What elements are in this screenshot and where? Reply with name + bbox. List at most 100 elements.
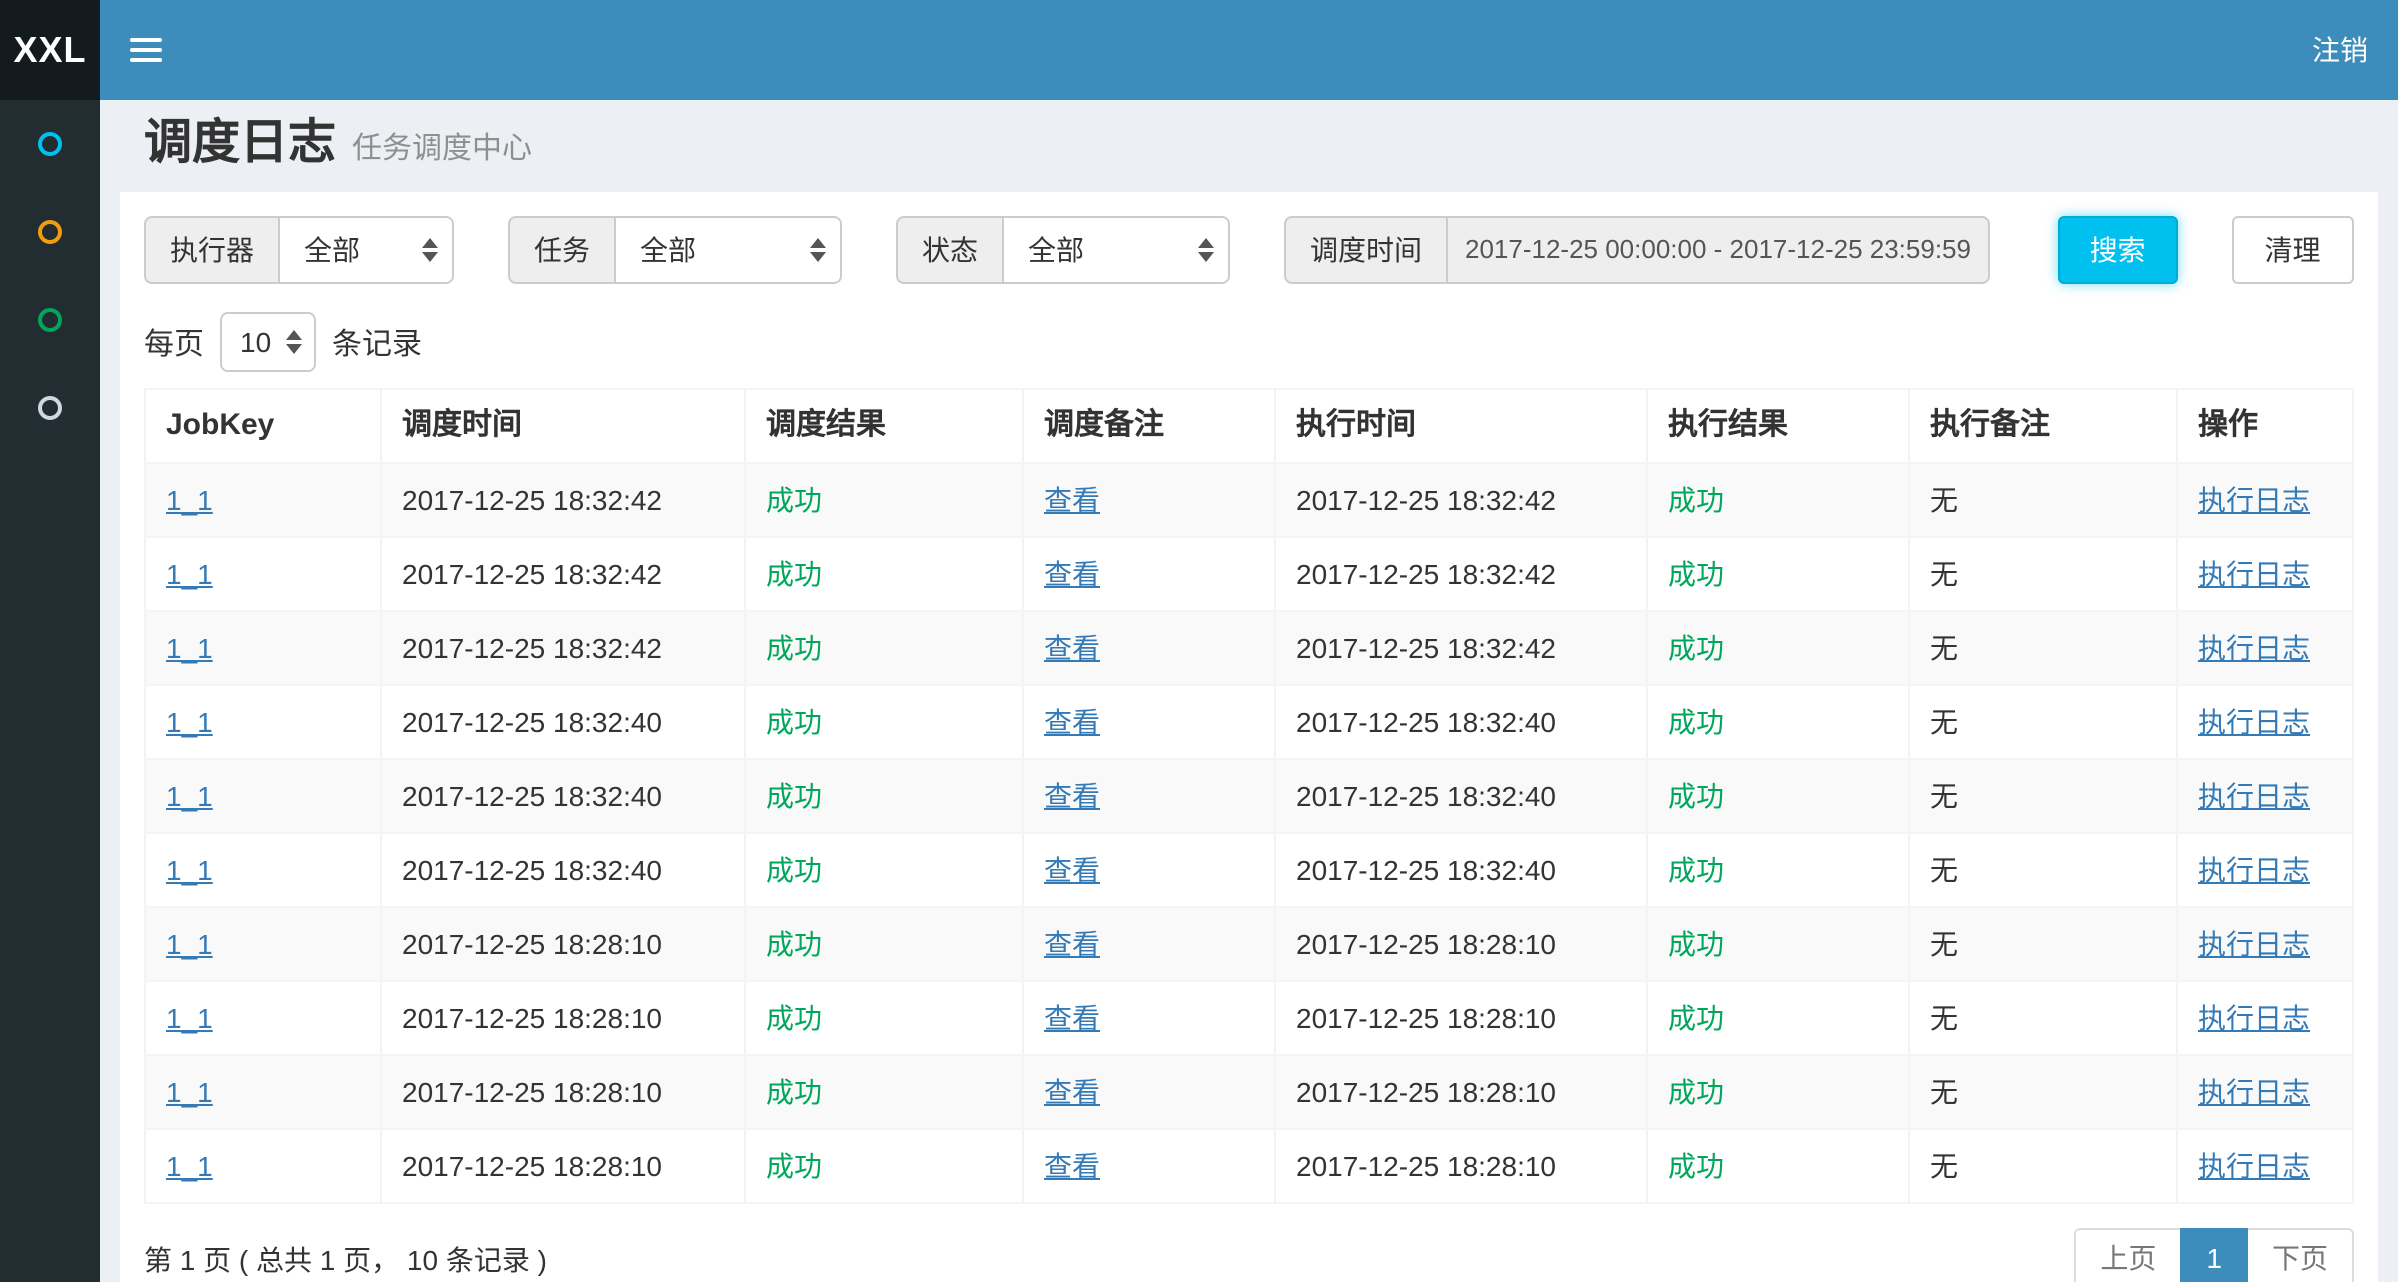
executor-select-value: 全部 — [304, 230, 360, 270]
table-row: 1_12017-12-25 18:32:40成功查看2017-12-25 18:… — [145, 833, 2353, 907]
action-link[interactable]: 执行日志 — [2198, 632, 2310, 664]
cell-action: 执行日志 — [2177, 907, 2353, 981]
page-title-text: 调度日志 — [144, 116, 336, 170]
cell-trigger_time: 2017-12-25 18:28:10 — [381, 1129, 745, 1203]
cell-handle_result: 成功 — [1647, 463, 1909, 537]
cell-jobkey: 1_1 — [145, 1129, 381, 1203]
executor-select[interactable]: 全部 — [278, 216, 454, 284]
action-link[interactable]: 执行日志 — [2198, 1076, 2310, 1108]
jobkey-link[interactable]: 1_1 — [166, 780, 213, 812]
cell-handle_msg: 无 — [1909, 1055, 2177, 1129]
cell-handle_result: 成功 — [1647, 759, 1909, 833]
cell-jobkey: 1_1 — [145, 537, 381, 611]
jobkey-link[interactable]: 1_1 — [166, 854, 213, 886]
cell-action: 执行日志 — [2177, 1055, 2353, 1129]
cell-handle_time: 2017-12-25 18:28:10 — [1275, 981, 1647, 1055]
cell-action: 执行日志 — [2177, 981, 2353, 1055]
sidebar-item-2[interactable] — [0, 188, 100, 276]
search-button[interactable]: 搜索 — [2058, 216, 2177, 284]
action-link[interactable]: 执行日志 — [2198, 854, 2310, 886]
cell-handle_time: 2017-12-25 18:32:40 — [1275, 833, 1647, 907]
cell-handle_result: 成功 — [1647, 611, 1909, 685]
table-footer: 第 1 页 ( 总共 1 页， 10 条记录 ) 上页 1 下页 — [144, 1228, 2354, 1282]
trigger_msg-link[interactable]: 查看 — [1044, 928, 1100, 960]
trigger_msg-link[interactable]: 查看 — [1044, 1150, 1100, 1182]
app-logo[interactable]: XXL — [0, 0, 100, 100]
table-header-row: JobKey调度时间调度结果调度备注执行时间执行结果执行备注操作 — [145, 389, 2353, 463]
executor-filter-label: 执行器 — [144, 216, 278, 284]
circle-outline-icon — [38, 132, 62, 156]
trigger_msg-link[interactable]: 查看 — [1044, 780, 1100, 812]
table-row: 1_12017-12-25 18:32:42成功查看2017-12-25 18:… — [145, 537, 2353, 611]
cell-handle_result: 成功 — [1647, 1055, 1909, 1129]
cell-trigger_time: 2017-12-25 18:32:42 — [381, 537, 745, 611]
cell-trigger_result: 成功 — [745, 537, 1023, 611]
action-link[interactable]: 执行日志 — [2198, 780, 2310, 812]
cell-handle_result: 成功 — [1647, 907, 1909, 981]
trigger_msg-link[interactable]: 查看 — [1044, 558, 1100, 590]
status-filter-group: 状态 全部 — [896, 216, 1230, 284]
trigger-time-filter-group: 调度时间 2017-12-25 00:00:00 - 2017-12-25 23… — [1284, 216, 1990, 284]
action-link[interactable]: 执行日志 — [2198, 1002, 2310, 1034]
jobkey-link[interactable]: 1_1 — [166, 706, 213, 738]
trigger_msg-link[interactable]: 查看 — [1044, 706, 1100, 738]
app-window: XXL 注销 调度日志任务调度中心 执行器 全部 任务 — [0, 0, 2398, 1282]
prev-page-button[interactable]: 上页 — [2074, 1228, 2182, 1282]
select-arrows-icon — [810, 238, 826, 262]
next-page-button[interactable]: 下页 — [2246, 1228, 2354, 1282]
action-link[interactable]: 执行日志 — [2198, 1150, 2310, 1182]
page-size-select[interactable]: 10 — [220, 312, 316, 372]
trigger_msg-link[interactable]: 查看 — [1044, 1076, 1100, 1108]
sidebar-item-1[interactable] — [0, 100, 100, 188]
trigger_msg-link[interactable]: 查看 — [1044, 484, 1100, 516]
sidebar — [0, 100, 100, 1282]
jobkey-link[interactable]: 1_1 — [166, 484, 213, 516]
cell-trigger_time: 2017-12-25 18:28:10 — [381, 981, 745, 1055]
logout-link[interactable]: 注销 — [2282, 0, 2398, 100]
cell-trigger_time: 2017-12-25 18:32:42 — [381, 463, 745, 537]
jobkey-link[interactable]: 1_1 — [166, 632, 213, 664]
table-row: 1_12017-12-25 18:32:42成功查看2017-12-25 18:… — [145, 611, 2353, 685]
cell-trigger_result: 成功 — [745, 463, 1023, 537]
trigger-time-range-input[interactable]: 2017-12-25 00:00:00 - 2017-12-25 23:59:5… — [1446, 216, 1990, 284]
trigger_msg-link[interactable]: 查看 — [1044, 632, 1100, 664]
sidebar-item-3[interactable] — [0, 276, 100, 364]
jobkey-link[interactable]: 1_1 — [166, 1002, 213, 1034]
table-body: 1_12017-12-25 18:32:42成功查看2017-12-25 18:… — [145, 463, 2353, 1203]
action-link[interactable]: 执行日志 — [2198, 558, 2310, 590]
jobkey-link[interactable]: 1_1 — [166, 1076, 213, 1108]
trigger_msg-link[interactable]: 查看 — [1044, 1002, 1100, 1034]
sidebar-toggle-button[interactable] — [100, 0, 190, 100]
action-link[interactable]: 执行日志 — [2198, 484, 2310, 516]
jobkey-link[interactable]: 1_1 — [166, 928, 213, 960]
column-header-handle_msg: 执行备注 — [1909, 389, 2177, 463]
cell-trigger_msg: 查看 — [1023, 537, 1275, 611]
cell-trigger_result: 成功 — [745, 1129, 1023, 1203]
jobkey-link[interactable]: 1_1 — [166, 1150, 213, 1182]
table-header: JobKey调度时间调度结果调度备注执行时间执行结果执行备注操作 — [145, 389, 2353, 463]
page-size-suffix: 条记录 — [332, 321, 422, 363]
job-filter-label: 任务 — [508, 216, 614, 284]
trigger_msg-link[interactable]: 查看 — [1044, 854, 1100, 886]
table-row: 1_12017-12-25 18:32:40成功查看2017-12-25 18:… — [145, 685, 2353, 759]
cell-jobkey: 1_1 — [145, 833, 381, 907]
trigger-time-filter-label: 调度时间 — [1284, 216, 1446, 284]
cell-trigger_result: 成功 — [745, 981, 1023, 1055]
cell-handle_result: 成功 — [1647, 537, 1909, 611]
action-link[interactable]: 执行日志 — [2198, 928, 2310, 960]
current-page-button[interactable]: 1 — [2180, 1228, 2248, 1282]
circle-outline-icon — [38, 396, 62, 420]
action-link[interactable]: 执行日志 — [2198, 706, 2310, 738]
cell-action: 执行日志 — [2177, 611, 2353, 685]
cell-handle_time: 2017-12-25 18:28:10 — [1275, 907, 1647, 981]
cell-handle_msg: 无 — [1909, 463, 2177, 537]
cell-trigger_msg: 查看 — [1023, 463, 1275, 537]
cell-trigger_result: 成功 — [745, 907, 1023, 981]
page-size-row: 每页 10 条记录 — [144, 312, 2354, 372]
clear-button[interactable]: 清理 — [2231, 216, 2354, 284]
page-size-value: 10 — [240, 326, 271, 358]
sidebar-item-4[interactable] — [0, 364, 100, 452]
jobkey-link[interactable]: 1_1 — [166, 558, 213, 590]
job-select[interactable]: 全部 — [614, 216, 842, 284]
status-select[interactable]: 全部 — [1002, 216, 1230, 284]
